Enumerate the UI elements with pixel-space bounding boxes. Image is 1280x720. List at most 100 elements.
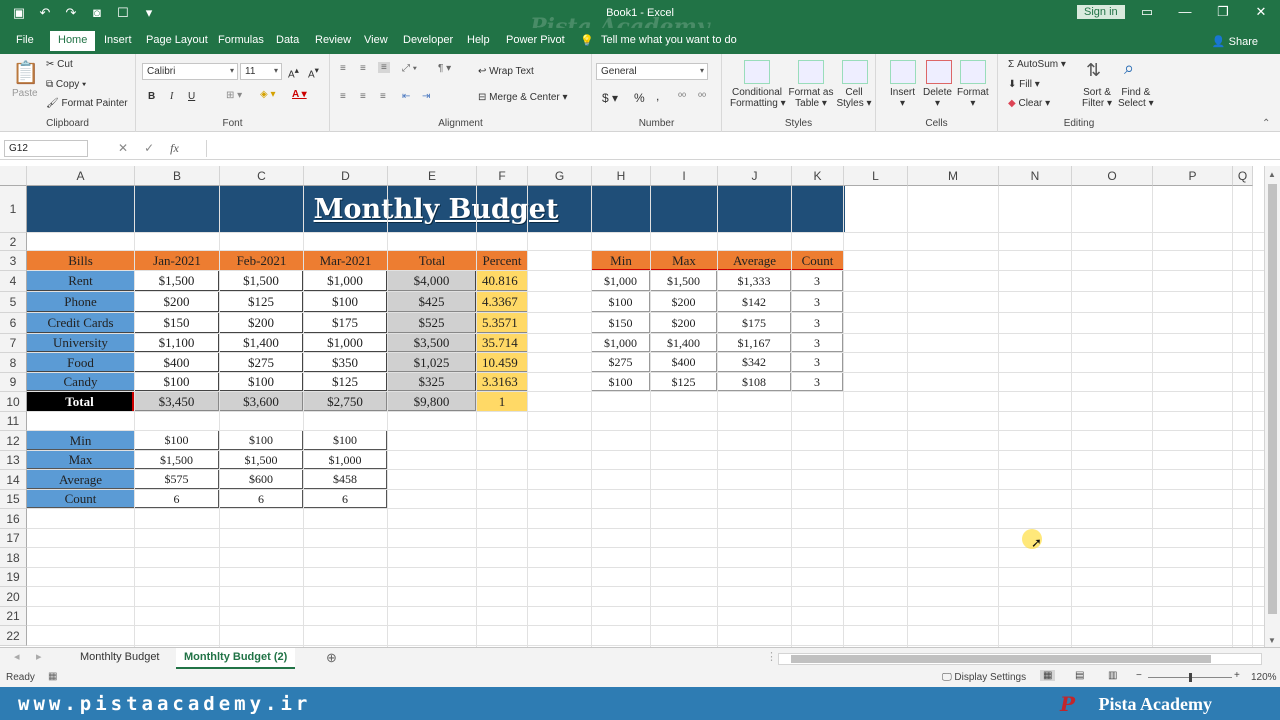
row-header-22[interactable]: 22: [0, 626, 27, 646]
budget-bill-label[interactable]: Rent: [27, 271, 134, 291]
budget-header-cell[interactable]: Total: [388, 251, 476, 270]
share-button[interactable]: 👤 Share: [1212, 35, 1258, 48]
summary-value-cell[interactable]: $1,500: [135, 451, 219, 469]
tab-view[interactable]: View: [364, 34, 388, 46]
increase-decimal-icon[interactable]: ⁰⁰: [678, 92, 686, 103]
row-header-10[interactable]: 10: [0, 392, 27, 412]
column-header-e[interactable]: E: [388, 166, 477, 186]
wrap-text-button[interactable]: ↩ Wrap Text: [478, 66, 534, 77]
budget-bill-label[interactable]: Candy: [27, 373, 134, 391]
row-header-5[interactable]: 5: [0, 292, 27, 313]
budget-header-cell[interactable]: Bills: [27, 251, 134, 270]
vertical-scroll-thumb[interactable]: [1268, 184, 1277, 614]
clear-button[interactable]: ◆ Clear ▾: [1008, 98, 1050, 109]
budget-value-cell[interactable]: $100: [135, 373, 219, 391]
stats-value-cell[interactable]: $1,000: [592, 271, 650, 291]
bottom-align-icon[interactable]: ≡: [378, 62, 390, 73]
budget-bill-label[interactable]: Credit Cards: [27, 313, 134, 333]
stats-value-cell[interactable]: 3: [792, 271, 843, 291]
decrease-font-icon[interactable]: A▾: [308, 65, 319, 80]
column-header-h[interactable]: H: [592, 166, 651, 186]
zoom-slider-thumb[interactable]: [1189, 673, 1192, 682]
zoom-out-icon[interactable]: −: [1136, 670, 1142, 681]
stats-value-cell[interactable]: $1,333: [718, 271, 791, 291]
budget-value-cell[interactable]: $400: [135, 353, 219, 372]
sign-in-button[interactable]: Sign in: [1077, 5, 1125, 19]
tab-insert[interactable]: Insert: [104, 34, 132, 46]
borders-icon[interactable]: ⊞ ▾: [226, 90, 242, 101]
stats-value-cell[interactable]: 3: [792, 334, 843, 352]
row-header-2[interactable]: 2: [0, 233, 27, 251]
column-header-c[interactable]: C: [220, 166, 304, 186]
italic-button[interactable]: I: [170, 91, 173, 102]
stats-value-cell[interactable]: $142: [718, 292, 791, 312]
total-value-cell[interactable]: $2,750: [304, 392, 387, 411]
comma-button[interactable]: ,: [656, 89, 659, 103]
budget-value-cell[interactable]: $1,400: [220, 334, 303, 352]
budget-value-cell[interactable]: $1,500: [135, 271, 219, 291]
column-header-i[interactable]: I: [651, 166, 718, 186]
paste-button[interactable]: Paste: [12, 88, 38, 99]
normal-view-icon[interactable]: ▦: [1040, 670, 1056, 681]
budget-value-cell[interactable]: $275: [220, 353, 303, 372]
tab-help[interactable]: Help: [467, 34, 490, 46]
tab-developer[interactable]: Developer: [403, 34, 453, 46]
stats-value-cell[interactable]: $1,000: [592, 334, 650, 352]
text-direction-icon[interactable]: ¶ ▾: [438, 63, 451, 74]
font-color-icon[interactable]: A ▾: [292, 89, 307, 100]
increase-indent-icon[interactable]: ⇥: [422, 91, 430, 102]
cut-button[interactable]: ✂ Cut: [46, 59, 73, 70]
summary-label[interactable]: Average: [27, 470, 134, 489]
zoom-level[interactable]: 120%: [1251, 672, 1277, 683]
budget-bill-label[interactable]: Food: [27, 353, 134, 372]
row-header-14[interactable]: 14: [0, 470, 27, 490]
stats-value-cell[interactable]: $150: [592, 313, 650, 333]
summary-value-cell[interactable]: $458: [304, 470, 387, 489]
column-header-d[interactable]: D: [304, 166, 388, 186]
page-break-view-icon[interactable]: ▥: [1108, 670, 1117, 681]
column-header-m[interactable]: M: [908, 166, 999, 186]
row-header-13[interactable]: 13: [0, 451, 27, 470]
tab-page-layout[interactable]: Page Layout: [146, 34, 208, 46]
sheet-title-cell[interactable]: Monthly Budget: [27, 186, 845, 233]
stats-value-cell[interactable]: $200: [651, 292, 717, 312]
tab-power-pivot[interactable]: Power Pivot: [506, 34, 565, 46]
summary-label[interactable]: Min: [27, 431, 134, 450]
row-header-11[interactable]: 11: [0, 412, 27, 431]
total-value-cell[interactable]: 1: [477, 392, 527, 411]
merge-center-button[interactable]: ⊟ Merge & Center ▾: [478, 92, 568, 103]
currency-button[interactable]: $ ▾: [602, 91, 618, 105]
budget-value-cell[interactable]: $100: [220, 373, 303, 391]
row-header-20[interactable]: 20: [0, 587, 27, 607]
budget-value-cell[interactable]: $125: [220, 292, 303, 312]
new-sheet-icon[interactable]: ⊕: [318, 648, 345, 669]
budget-value-cell[interactable]: $175: [304, 313, 387, 333]
display-settings-button[interactable]: 🖵 Display Settings: [942, 672, 1026, 683]
budget-value-cell[interactable]: $1,000: [304, 271, 387, 291]
column-header-q[interactable]: Q: [1233, 166, 1253, 186]
row-header-18[interactable]: 18: [0, 548, 27, 568]
budget-value-cell[interactable]: $100: [304, 292, 387, 312]
stats-value-cell[interactable]: $125: [651, 373, 717, 391]
vertical-scrollbar[interactable]: ▲ ▼: [1264, 166, 1280, 647]
scroll-down-icon[interactable]: ▼: [1268, 636, 1276, 645]
row-header-16[interactable]: 16: [0, 509, 27, 529]
budget-value-cell[interactable]: $150: [135, 313, 219, 333]
worksheet-grid[interactable]: Monthly Budget ABCDEFGHIJKLMNOPQ12345678…: [0, 166, 1264, 647]
paste-icon[interactable]: 📋: [12, 60, 39, 86]
row-header-15[interactable]: 15: [0, 490, 27, 509]
stats-value-cell[interactable]: $200: [651, 313, 717, 333]
font-size-combo[interactable]: 11: [240, 63, 282, 80]
total-value-cell[interactable]: $3,450: [135, 392, 219, 411]
insert-function-icon[interactable]: fx: [170, 141, 179, 156]
bold-button[interactable]: B: [148, 91, 155, 102]
tab-data[interactable]: Data: [276, 34, 299, 46]
collapse-ribbon-icon[interactable]: ⌃: [1262, 118, 1270, 129]
stats-header-cell[interactable]: Min: [592, 251, 650, 270]
find-select-button[interactable]: Find & Select ▾: [1118, 87, 1154, 109]
row-header-19[interactable]: 19: [0, 568, 27, 587]
row-header-1[interactable]: 1: [0, 186, 27, 233]
row-header-3[interactable]: 3: [0, 251, 27, 271]
format-as-table-button[interactable]: Format as Table ▾: [788, 87, 834, 109]
budget-value-cell[interactable]: 5.3571: [477, 313, 527, 333]
